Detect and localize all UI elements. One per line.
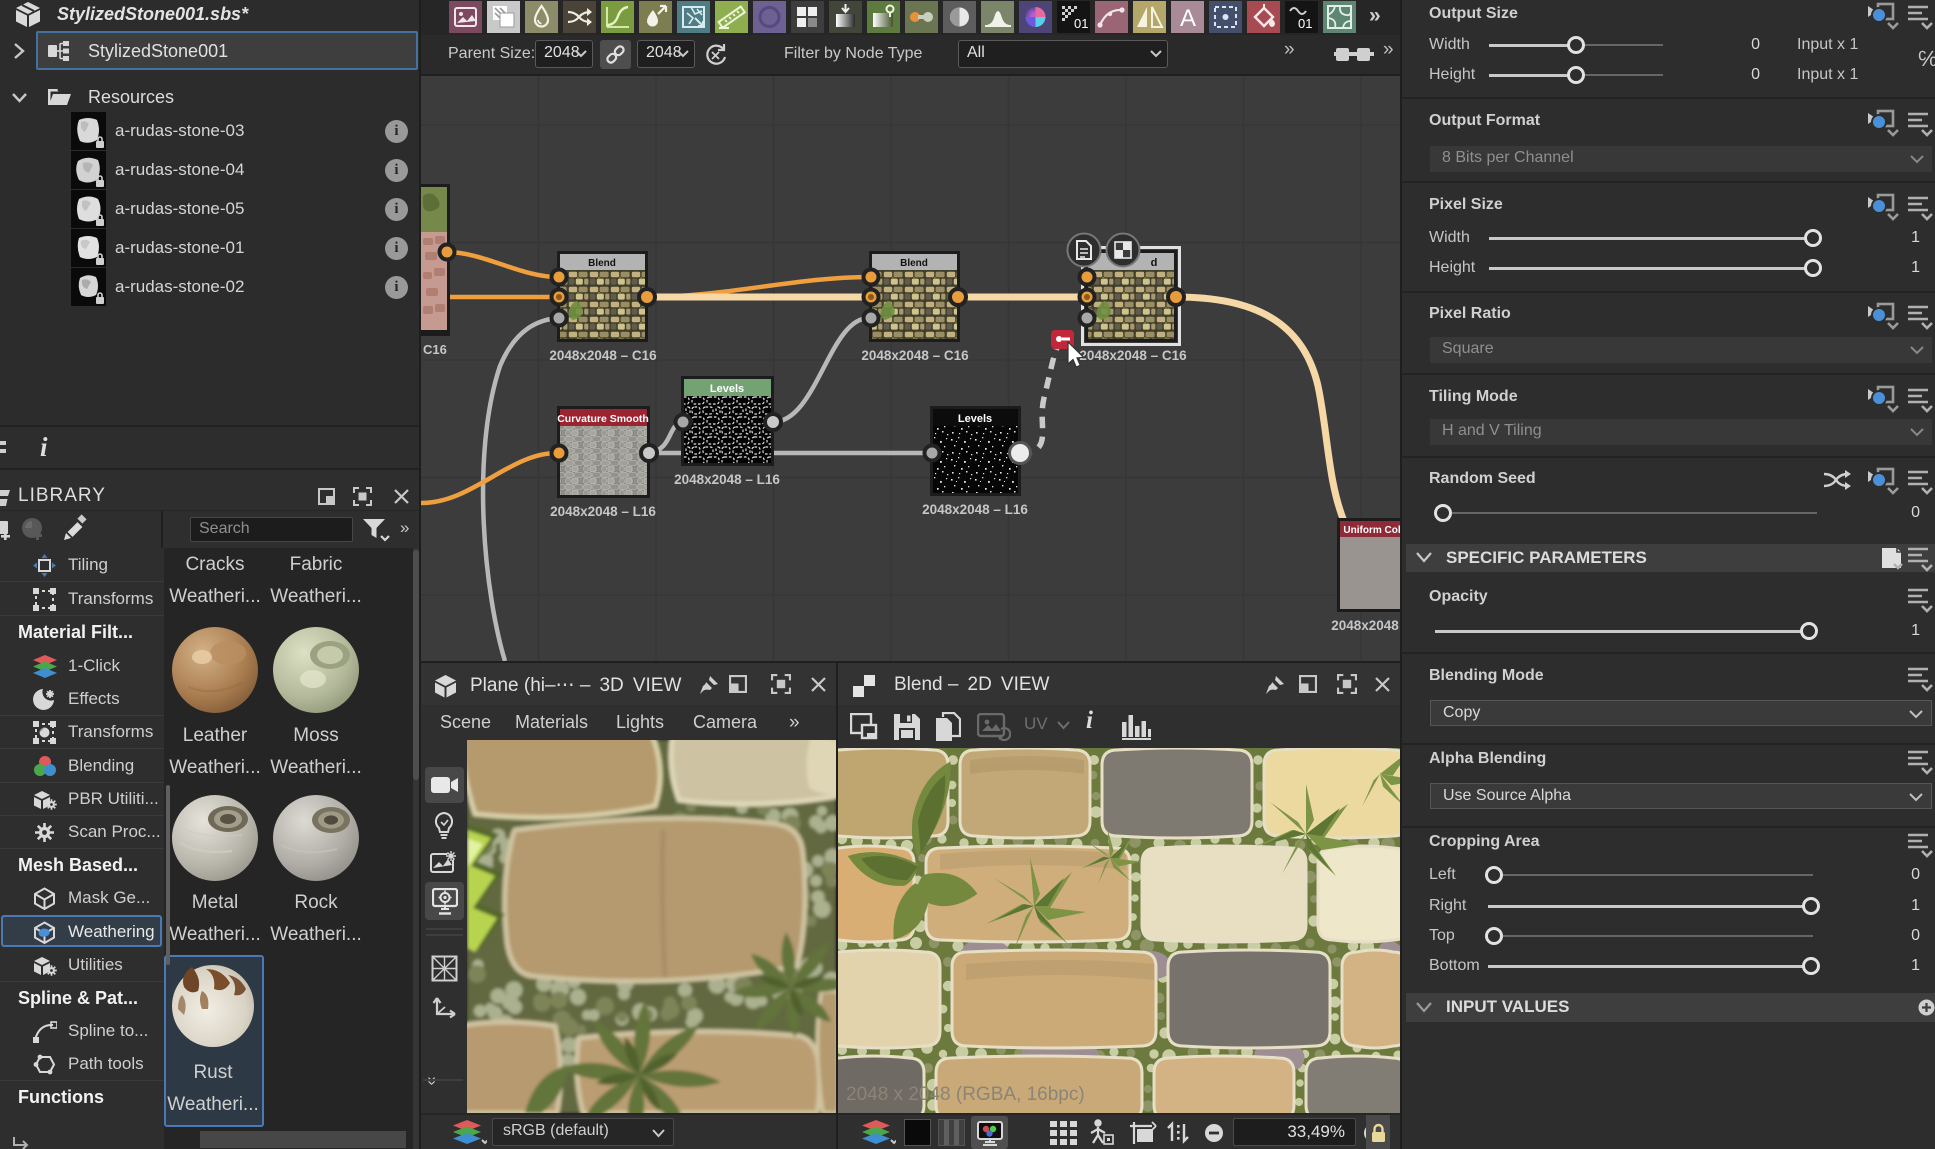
svg-text:2048x2048 – C16: 2048x2048 – C16 [549,348,657,363]
svg-text:2048x2048 – C16: 2048x2048 – C16 [861,348,969,363]
svg-text:2048x2048 – L16: 2048x2048 – L16 [922,502,1028,517]
svg-text:2048x2048 – C16: 2048x2048 – C16 [1079,348,1187,363]
svg-text:Levels: Levels [958,413,992,425]
svg-text:Blend: Blend [588,258,616,269]
svg-text:2048x2048: 2048x2048 [1331,618,1399,633]
svg-text:01: 01 [1298,16,1312,31]
svg-text:2048 x 2048 (RGBA, 16bpc): 2048 x 2048 (RGBA, 16bpc) [846,1084,1085,1105]
svg-text:Blend: Blend [900,258,928,269]
svg-text:2048x2048 – L16: 2048x2048 – L16 [674,472,780,487]
svg-text:Curvature Smooth: Curvature Smooth [557,413,649,425]
svg-text:Levels: Levels [710,383,744,395]
svg-text:d: d [1151,257,1158,269]
svg-text:Uniform Col: Uniform Col [1343,525,1400,536]
svg-text:C16: C16 [423,342,447,357]
svg-text:A: A [1180,5,1196,32]
svg-text:01: 01 [1074,16,1088,31]
svg-text:2048x2048 – L16: 2048x2048 – L16 [550,504,656,519]
